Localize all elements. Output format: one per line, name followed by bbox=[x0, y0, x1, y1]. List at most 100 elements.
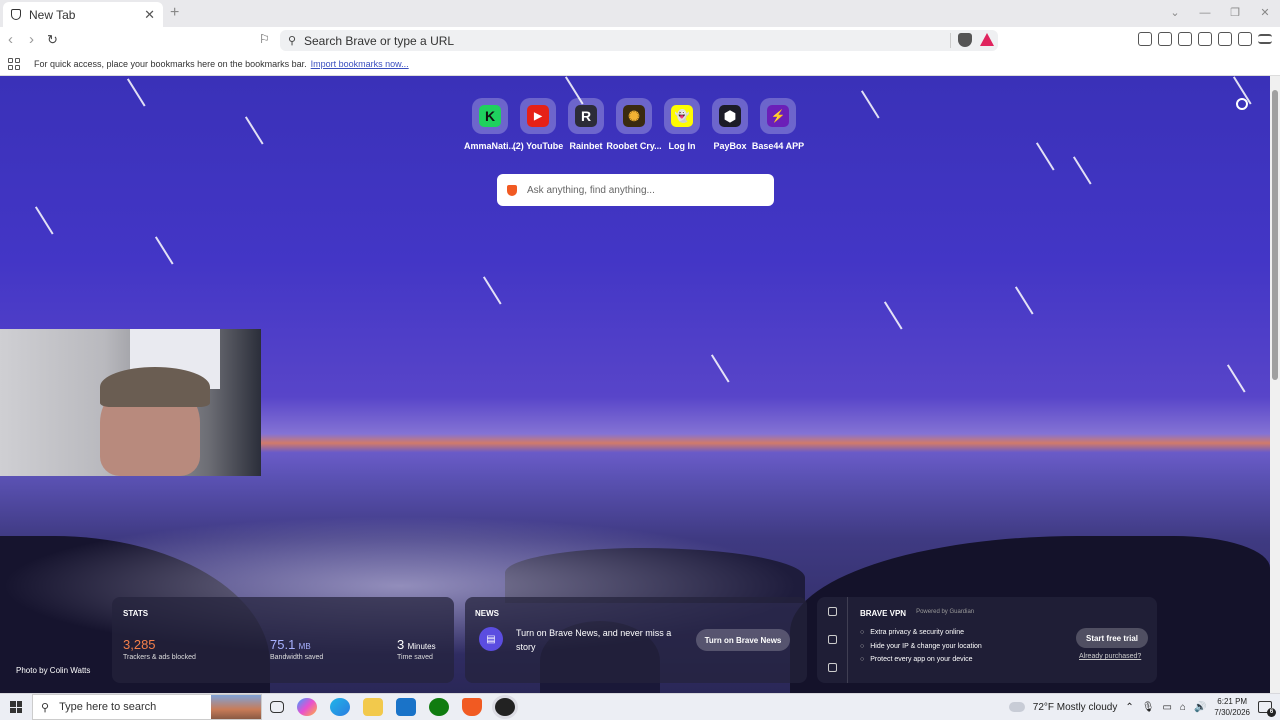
meteor-streak bbox=[861, 90, 880, 119]
back-arrow-icon[interactable]: ‹ bbox=[8, 31, 13, 48]
search-icon: ⚲ bbox=[287, 35, 297, 47]
top-site-label: Rainbet bbox=[569, 141, 603, 151]
close-tab-icon[interactable]: ✕ bbox=[144, 7, 155, 23]
outlook-icon[interactable] bbox=[396, 698, 416, 716]
windows-taskbar: ⚲ Type here to search 72°F Mostly cloudy… bbox=[0, 693, 1280, 720]
reload-icon[interactable]: ↻ bbox=[47, 32, 58, 48]
brave-shields-icon[interactable] bbox=[958, 33, 972, 47]
leo-ai-icon[interactable] bbox=[1218, 32, 1232, 46]
clock-date: 7/30/2026 bbox=[1214, 708, 1250, 717]
battery-icon[interactable]: ▭ bbox=[1162, 702, 1171, 713]
weather-text[interactable]: 72°F Mostly cloudy bbox=[1033, 702, 1118, 713]
new-tab-page: K AmmaNati... ▶ (2) YouTube R Rainbet ✺ … bbox=[0, 76, 1270, 693]
meteor-streak bbox=[711, 354, 730, 383]
stat-time: 3 Minutes Time saved bbox=[397, 637, 436, 661]
apps-grid-icon[interactable] bbox=[8, 58, 20, 70]
minimize-icon[interactable]: — bbox=[1190, 0, 1220, 26]
scrollbar-thumb[interactable] bbox=[1272, 90, 1278, 380]
tab-search-chevron-icon[interactable]: ⌄ bbox=[1160, 0, 1190, 26]
vpn-feature: Hide your IP & change your location bbox=[860, 640, 982, 654]
widget-switcher bbox=[817, 597, 848, 683]
top-site-rainbet[interactable]: R Rainbet bbox=[562, 98, 610, 151]
brave-rewards-icon[interactable] bbox=[980, 33, 994, 46]
photo-credit: Photo by Colin Watts bbox=[16, 666, 91, 675]
vpn-feature: Protect every app on your device bbox=[860, 653, 982, 667]
copilot-icon[interactable] bbox=[297, 698, 317, 716]
ntp-search-box[interactable]: Ask anything, find anything... bbox=[497, 174, 774, 206]
search-placeholder: Ask anything, find anything... bbox=[527, 184, 655, 196]
import-bookmarks-link[interactable]: Import bookmarks now... bbox=[311, 59, 409, 69]
stats-card: STATS 3,285 Trackers & ads blocked 75.1 … bbox=[112, 597, 454, 683]
stats-heading: STATS bbox=[123, 609, 149, 618]
meteor-streak bbox=[1015, 286, 1034, 315]
weather-icon[interactable] bbox=[1008, 702, 1025, 712]
microphone-icon[interactable]: 🎙 bbox=[1142, 702, 1155, 713]
meteor-streak bbox=[245, 116, 264, 145]
close-window-icon[interactable]: ✕ bbox=[1250, 0, 1280, 26]
taskbar-search-placeholder: Type here to search bbox=[59, 701, 157, 713]
volume-icon[interactable]: 🔊 bbox=[1194, 702, 1206, 713]
xbox-icon[interactable] bbox=[429, 698, 449, 716]
top-site-label: AmmaNati... bbox=[464, 141, 517, 151]
task-view-icon[interactable] bbox=[270, 701, 284, 713]
meteor-streak bbox=[35, 206, 54, 235]
lightning-icon: ⚡ bbox=[767, 105, 789, 127]
vpn-widget-icon[interactable] bbox=[828, 607, 837, 616]
taskbar-search[interactable]: ⚲ Type here to search bbox=[32, 694, 262, 720]
search-icon: ⚲ bbox=[41, 701, 50, 714]
top-site-base44[interactable]: ⚡ Base44 APP bbox=[751, 98, 805, 151]
person-hair bbox=[100, 367, 210, 407]
notification-center-icon[interactable]: 6 bbox=[1258, 701, 1276, 717]
media-icon[interactable] bbox=[1158, 32, 1172, 46]
customize-gear-icon[interactable] bbox=[1236, 98, 1248, 110]
rewards-widget-icon[interactable] bbox=[828, 635, 837, 644]
top-site-snapchat[interactable]: 👻 Log In bbox=[658, 98, 706, 151]
start-free-trial-button[interactable]: Start free trial bbox=[1076, 628, 1148, 648]
edge-icon[interactable] bbox=[330, 698, 350, 716]
vpn-powered-by: Powered by Guardian bbox=[916, 609, 975, 615]
file-explorer-icon[interactable] bbox=[363, 698, 383, 716]
restore-icon[interactable]: ❐ bbox=[1220, 0, 1250, 26]
vpn-icon[interactable] bbox=[1238, 32, 1252, 46]
sidebar-icon[interactable] bbox=[1178, 32, 1192, 46]
top-site-label: (2) YouTube bbox=[512, 141, 564, 151]
already-purchased-link[interactable]: Already purchased? bbox=[1079, 653, 1141, 660]
show-hidden-icons-chevron-icon[interactable]: ⌃ bbox=[1125, 702, 1133, 713]
top-site-paybox[interactable]: ⬢ PayBox bbox=[706, 98, 754, 151]
menu-icon[interactable] bbox=[1258, 34, 1272, 44]
top-site-tile: ✺ bbox=[616, 98, 652, 134]
meteor-streak bbox=[155, 236, 174, 265]
vpn-title: BRAVE VPN bbox=[860, 609, 907, 618]
site-favicon-icon: K bbox=[479, 105, 501, 127]
windows-start-icon[interactable] bbox=[10, 701, 22, 713]
meteor-streak bbox=[884, 301, 903, 330]
tab-new-tab[interactable]: New Tab ✕ bbox=[3, 2, 163, 27]
forward-arrow-icon[interactable]: › bbox=[29, 31, 34, 48]
top-site-roobet[interactable]: ✺ Roobet Cry... bbox=[606, 98, 662, 151]
page-scrollbar[interactable] bbox=[1270, 76, 1280, 693]
top-site-ammanati[interactable]: K AmmaNati... bbox=[464, 98, 517, 151]
network-icon[interactable]: ⌂ bbox=[1180, 702, 1186, 713]
address-bar[interactable]: ⚲ Search Brave or type a URL bbox=[280, 30, 998, 51]
stat-time-unit: Minutes bbox=[407, 642, 436, 651]
top-site-youtube[interactable]: ▶ (2) YouTube bbox=[512, 98, 564, 151]
cards-widget-icon[interactable] bbox=[828, 663, 837, 672]
meteor-streak bbox=[127, 78, 146, 107]
vpn-feature-list: Extra privacy & security online Hide you… bbox=[860, 626, 982, 667]
obs-icon[interactable] bbox=[495, 698, 515, 716]
top-site-tile: K bbox=[472, 98, 508, 134]
turn-on-news-button[interactable]: Turn on Brave News bbox=[696, 629, 790, 651]
tab-title: New Tab bbox=[29, 7, 76, 22]
top-site-tile: ⬢ bbox=[712, 98, 748, 134]
bookmark-icon[interactable]: ⚐ bbox=[259, 32, 270, 46]
taskbar-clock[interactable]: 6:21 PM 7/30/2026 bbox=[1214, 696, 1250, 718]
extensions-icon[interactable] bbox=[1138, 32, 1152, 46]
news-icon: ▤ bbox=[479, 627, 503, 651]
youtube-icon: ▶ bbox=[527, 105, 549, 127]
wallet-icon[interactable] bbox=[1198, 32, 1212, 46]
stat-bandwidth: 75.1 MB Bandwidth saved bbox=[270, 637, 323, 661]
top-site-label: Base44 APP bbox=[751, 141, 805, 151]
new-tab-plus-icon[interactable]: + bbox=[170, 4, 179, 22]
brave-browser-icon[interactable] bbox=[462, 698, 482, 716]
stat-time-label: Time saved bbox=[397, 654, 433, 661]
